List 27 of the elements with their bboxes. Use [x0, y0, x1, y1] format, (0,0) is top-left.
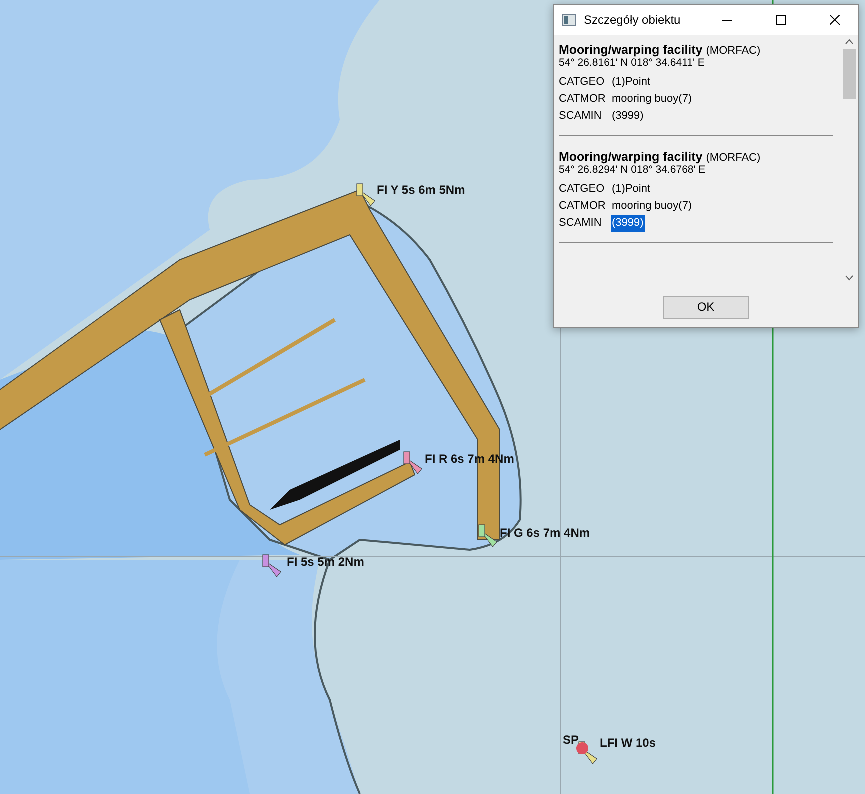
scroll-thumb[interactable]	[843, 49, 856, 99]
attribute-key: CATMOR	[559, 198, 611, 215]
scroll-up-icon[interactable]	[845, 39, 854, 45]
attribute-key: SCAMIN	[559, 108, 611, 125]
attribute-value[interactable]: (3999)	[611, 215, 645, 232]
feature-name: Mooring/warping facility (MORFAC)	[559, 150, 762, 164]
attribute-key: CATGEO	[559, 181, 611, 198]
attribute-key: SCAMIN	[559, 215, 611, 232]
attribute-value[interactable]: (3999)	[611, 108, 645, 125]
window-title: Szczegóły obiektu	[584, 13, 682, 27]
attribute-value[interactable]: mooring buoy(7)	[611, 198, 694, 215]
window-app-icon	[562, 14, 576, 26]
scroll-down-icon[interactable]	[845, 275, 854, 281]
attribute-value[interactable]: (1)Point	[611, 181, 652, 198]
close-icon	[830, 15, 840, 25]
feature-name: Mooring/warping facility (MORFAC)	[559, 43, 762, 57]
attribute-key: CATMOR	[559, 91, 611, 108]
feature-position: 54° 26.8161' N 018° 34.6411' E	[559, 57, 706, 69]
light-label: FI Y 5s 6m 5Nm	[377, 183, 466, 197]
attribute-value[interactable]: (1)Point	[611, 74, 652, 91]
maximize-icon	[776, 15, 786, 25]
attribute-key: CATGEO	[559, 74, 611, 91]
buoy-label: SP	[563, 733, 580, 747]
light-label: LFI W 10s	[600, 736, 656, 750]
ok-button[interactable]: OK	[663, 296, 749, 318]
attribute-value[interactable]: mooring buoy(7)	[611, 91, 694, 108]
feature-position: 54° 26.8294' N 018° 34.6768' E	[559, 164, 707, 176]
